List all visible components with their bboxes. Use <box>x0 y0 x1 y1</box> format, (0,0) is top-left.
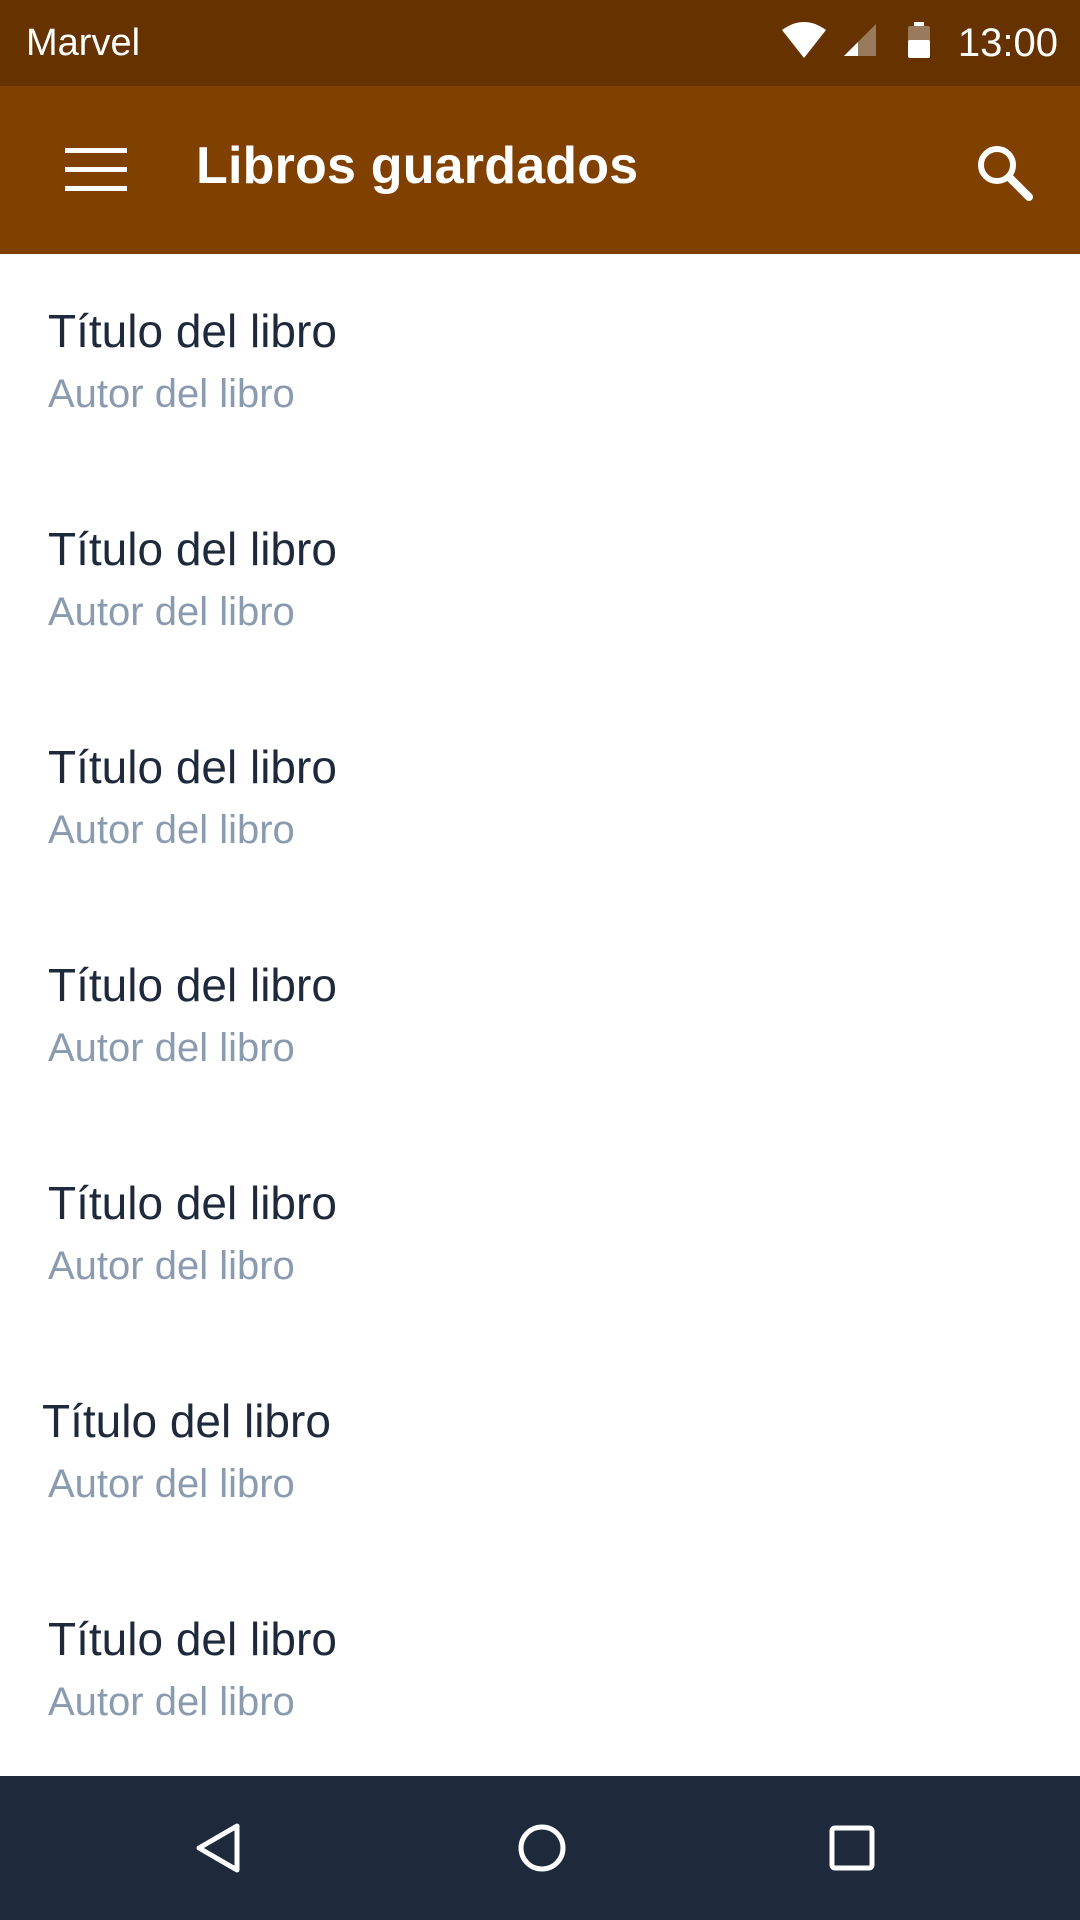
book-author: Autor del libro <box>48 372 295 416</box>
book-author: Autor del libro <box>48 1462 295 1506</box>
book-list-item[interactable]: Título del libro Autor del libro <box>0 908 1080 1126</box>
book-author: Autor del libro <box>48 808 295 852</box>
carrier-name: Marvel <box>26 22 141 64</box>
book-title: Título del libro <box>48 1613 337 1665</box>
home-icon <box>518 1824 566 1872</box>
book-author: Autor del libro <box>48 590 295 634</box>
recents-button[interactable] <box>792 1798 912 1898</box>
book-list-item[interactable]: Título del libro Autor del libro <box>0 1562 1080 1776</box>
book-title: Título del libro <box>48 1177 337 1229</box>
book-list-item[interactable]: Título del libro Autor del libro <box>0 472 1080 690</box>
back-button[interactable] <box>158 1798 278 1898</box>
battery-icon <box>908 22 930 58</box>
home-button[interactable] <box>482 1798 602 1898</box>
search-icon <box>978 146 1033 201</box>
search-button[interactable] <box>954 122 1054 222</box>
page-title: Libros guardados <box>196 137 639 195</box>
recents-icon <box>829 1825 875 1871</box>
book-author: Autor del libro <box>48 1680 295 1724</box>
book-list: Título del libro Autor del libro Título … <box>0 254 1080 1776</box>
clock: 13:00 <box>957 21 1058 65</box>
book-title: Título del libro <box>48 741 337 793</box>
app-bar: Libros guardados <box>0 86 1080 254</box>
book-author: Autor del libro <box>48 1244 295 1288</box>
book-title: Título del libro <box>42 1395 331 1447</box>
cell-signal-icon <box>844 24 876 56</box>
hamburger-menu-icon <box>65 148 127 191</box>
book-list-item[interactable]: Título del libro Autor del libro <box>0 690 1080 908</box>
book-title: Título del libro <box>48 959 337 1011</box>
wifi-icon <box>782 22 826 58</box>
back-icon <box>196 1823 240 1873</box>
book-list-item[interactable]: Título del libro Autor del libro <box>0 254 1080 472</box>
book-list-item[interactable]: Título del libro Autor del libro <box>0 1344 1080 1562</box>
book-title: Título del libro <box>48 305 337 357</box>
menu-button[interactable] <box>46 130 146 210</box>
book-author: Autor del libro <box>48 1026 295 1070</box>
status-bar: Marvel 13:00 <box>0 0 1080 86</box>
book-list-item[interactable]: Título del libro Autor del libro <box>0 1126 1080 1344</box>
book-title: Título del libro <box>48 523 337 575</box>
navigation-bar <box>0 1776 1080 1920</box>
